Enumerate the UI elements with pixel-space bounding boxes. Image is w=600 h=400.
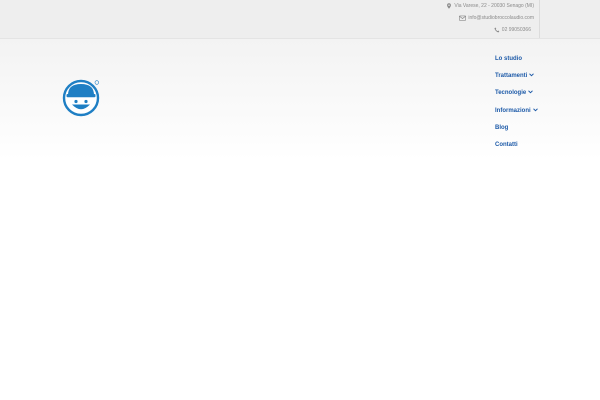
nav-item-tecnologie[interactable]: Tecnologie (495, 85, 585, 102)
nav-item-informazioni[interactable]: Informazioni (495, 102, 585, 119)
email-icon (459, 15, 467, 21)
nav-label: Informazioni (495, 107, 531, 114)
nav-label: Contatti (495, 142, 518, 149)
nav-item-contatti[interactable]: Contatti (495, 136, 585, 153)
phone-link[interactable]: 02 99050366 (502, 27, 531, 33)
email-row[interactable]: info@studiobroccolaudio.com (459, 15, 534, 21)
nav-item-trattamenti[interactable]: Trattamenti (495, 67, 585, 84)
phone-icon (494, 27, 500, 33)
nav-item-blog[interactable]: Blog (495, 119, 585, 136)
topbar-divider (539, 0, 540, 38)
address-row: Via Varese, 22 - 20030 Senago (MI) (446, 3, 534, 9)
chevron-down-icon (529, 73, 535, 79)
nav-label: Lo studio (495, 55, 522, 62)
top-info-bar: Via Varese, 22 - 20030 Senago (MI) info@… (0, 0, 600, 39)
main-navigation: Lo studio Trattamenti Tecnologie Informa… (495, 50, 585, 154)
email-link[interactable]: info@studiobroccolaudio.com (468, 15, 534, 21)
smiling-face-logo-icon (62, 79, 100, 117)
phone-row[interactable]: 02 99050366 (494, 27, 531, 33)
chevron-down-icon (532, 107, 538, 114)
address-text: Via Varese, 22 - 20030 Senago (MI) (454, 3, 534, 9)
nav-label: Blog (495, 124, 509, 131)
chevron-down-icon (528, 90, 534, 96)
nav-item-lo-studio[interactable]: Lo studio (495, 50, 585, 67)
nav-label: Tecnologie (495, 90, 527, 97)
map-pin-icon (446, 3, 452, 9)
site-logo[interactable] (61, 78, 101, 118)
nav-label: Trattamenti (495, 72, 528, 79)
